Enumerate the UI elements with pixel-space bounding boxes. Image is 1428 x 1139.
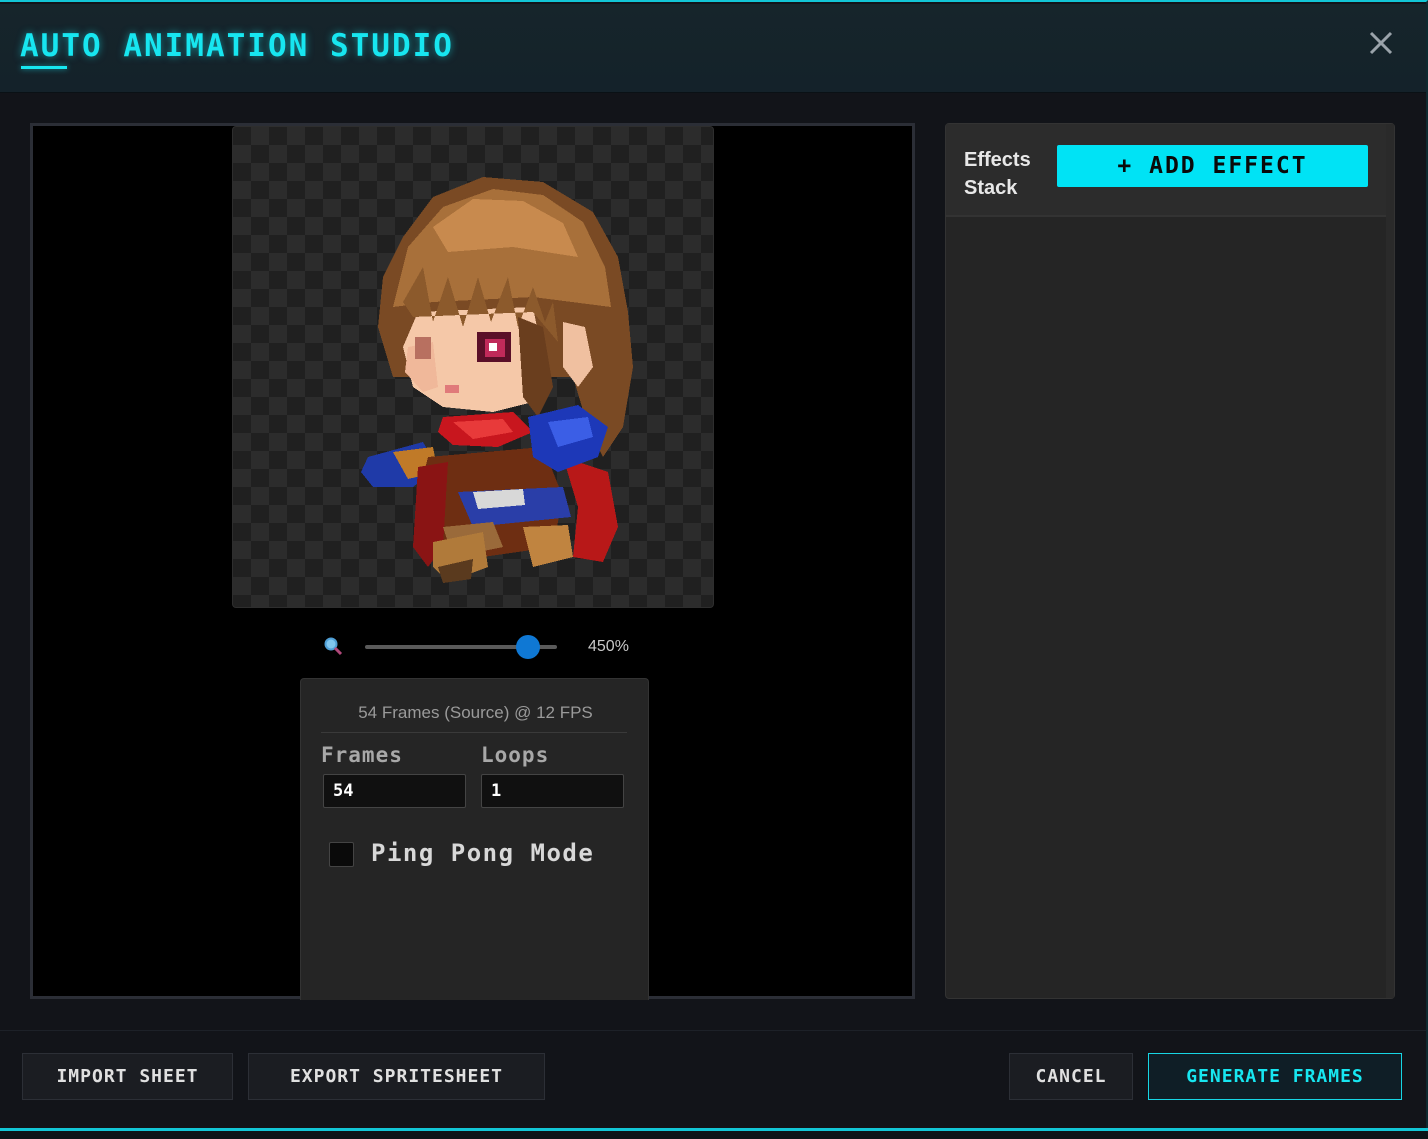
ping-pong-label: Ping Pong Mode [371,839,595,867]
add-effect-button[interactable]: + ADD EFFECT [1057,145,1368,187]
zoom-slider[interactable] [365,635,557,659]
close-button[interactable] [1366,28,1396,58]
window-title: AUTO ANIMATION STUDIO [20,28,454,64]
animation-studio-window: AUTO ANIMATION STUDIO 450% 54 Frames (So… [0,0,1428,1139]
effects-header: Effects Stack + ADD EFFECT [946,124,1386,217]
loops-input[interactable]: 1 [481,774,624,808]
zoom-slider-thumb[interactable] [516,635,541,659]
frames-summary: 54 Frames (Source) @ 12 FPS [358,703,593,722]
loops-label: Loops [481,743,550,767]
export-spritesheet-button[interactable]: EXPORT SPRITESHEET [248,1053,545,1100]
animation-properties-panel: 54 Frames (Source) @ 12 FPS Frames Loops… [300,678,649,1000]
footer-bar: IMPORT SHEET EXPORT SPRITESHEET CANCEL G… [0,1030,1426,1128]
generate-frames-button[interactable]: GENERATE FRAMES [1148,1053,1402,1100]
import-sheet-button[interactable]: IMPORT SHEET [22,1053,233,1100]
sprite-image [361,177,633,583]
zoom-value: 450% [588,638,629,655]
magnifier-icon [324,637,343,656]
effects-title: Effects Stack [964,149,1031,199]
divider [321,732,627,733]
ping-pong-checkbox[interactable] [329,842,354,867]
preview-canvas[interactable]: 450% 54 Frames (Source) @ 12 FPS Frames … [30,123,915,1000]
bottom-accent-bar [0,1128,1428,1139]
cancel-button[interactable]: CANCEL [1009,1053,1133,1100]
effects-stack-panel: Effects Stack + ADD EFFECT [945,123,1395,999]
frames-input[interactable]: 54 [323,774,466,808]
frames-label: Frames [321,743,403,767]
zoom-control: 450% [323,632,643,662]
effects-scrollbar[interactable] [1386,124,1394,998]
close-icon [1369,31,1393,55]
window-header: AUTO ANIMATION STUDIO [0,4,1426,93]
sprite-preview [232,126,714,608]
title-underline [21,66,67,69]
